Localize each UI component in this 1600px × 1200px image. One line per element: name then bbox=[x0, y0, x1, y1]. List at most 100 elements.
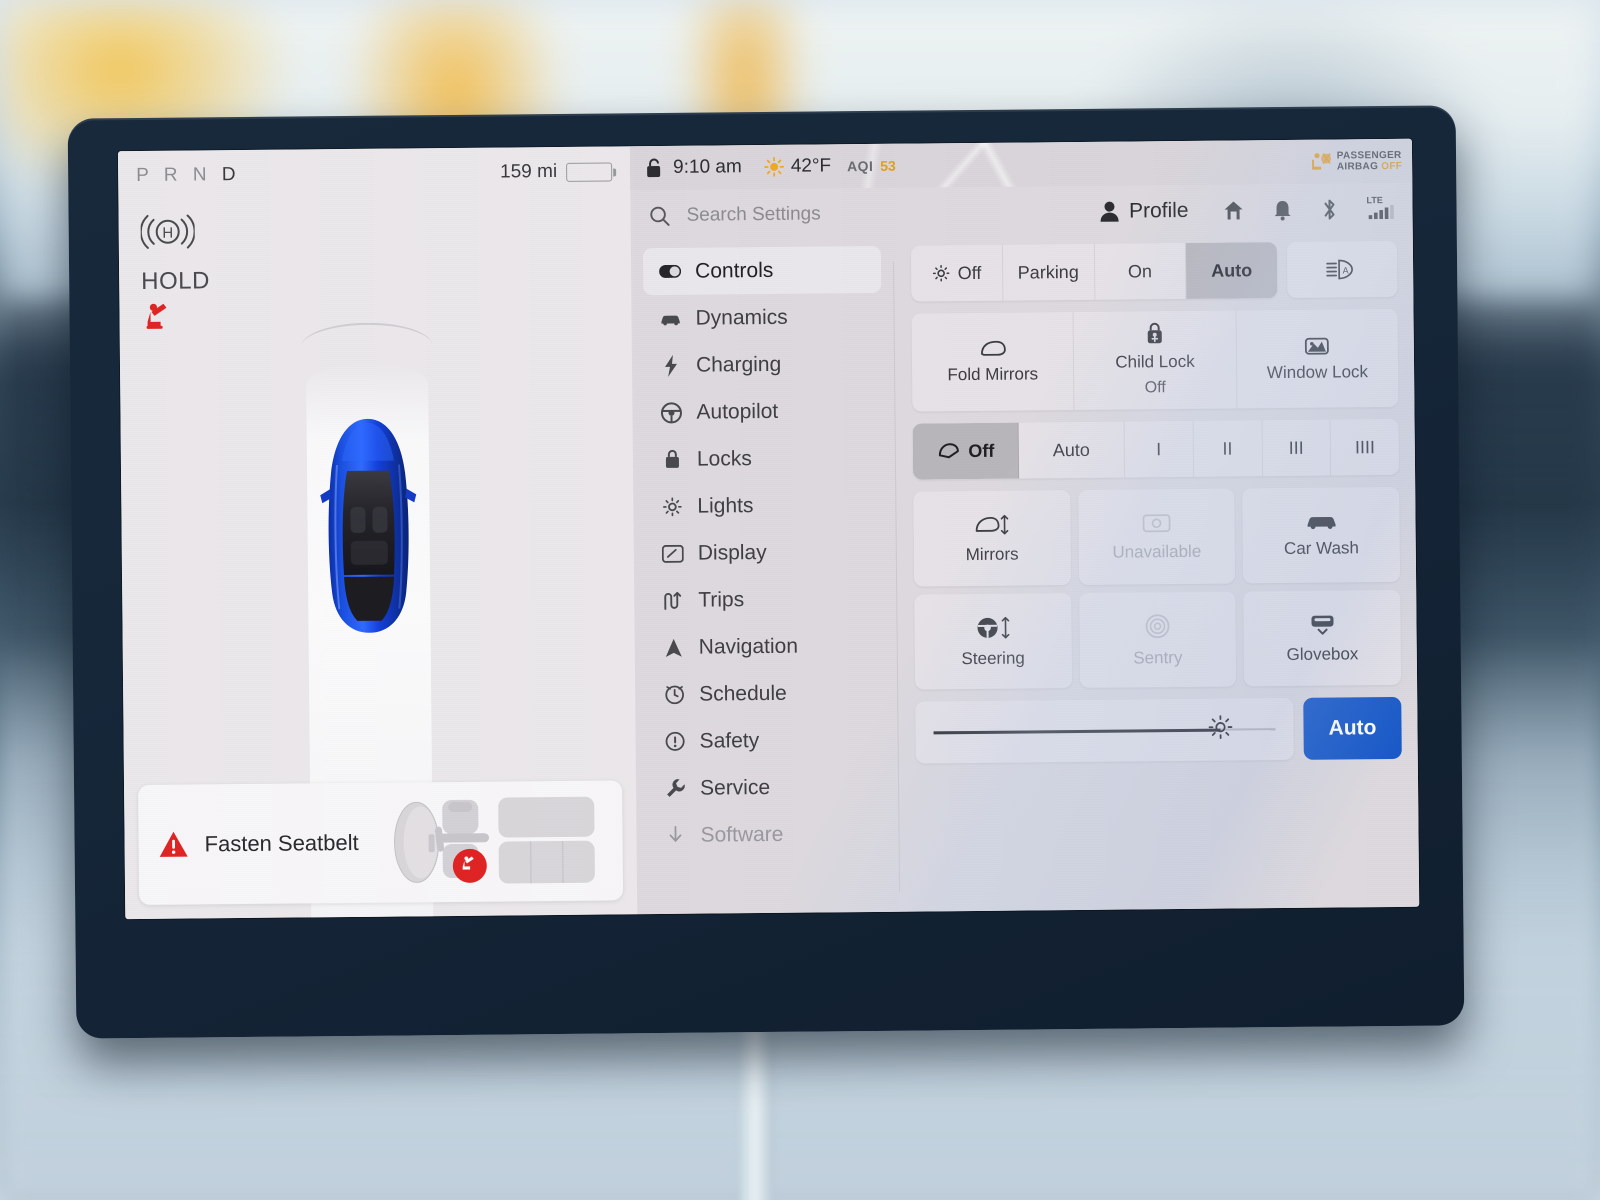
glovebox-icon bbox=[1311, 615, 1334, 635]
auto-high-beam-button[interactable]: A bbox=[1286, 240, 1398, 298]
car-wash-label: Car Wash bbox=[1283, 537, 1360, 558]
child-lock-button[interactable]: Child Lock Off bbox=[1073, 310, 1238, 411]
wiper-speed-2-label: II bbox=[1222, 438, 1233, 459]
touchscreen[interactable]: P R N D 159 mi H HOLD Fasten Seatbelt 9:… bbox=[117, 138, 1420, 920]
bluetooth-icon[interactable] bbox=[1320, 197, 1338, 221]
brake-hold-icon: H bbox=[139, 214, 196, 249]
wiper-speed-1-button[interactable]: I bbox=[1124, 420, 1194, 478]
aqi-label: AQI bbox=[847, 157, 874, 175]
mirror-adjust-icon bbox=[976, 514, 1009, 535]
driving-visualization-panel: P R N D 159 mi H HOLD Fasten Seatbelt bbox=[117, 146, 638, 920]
gear-indicator: P R N D bbox=[136, 164, 241, 187]
gear-p: P bbox=[136, 164, 154, 187]
steering-label: Steering bbox=[961, 648, 1025, 668]
settings-panel: 9:10 am 42°F AQI 53 PASSENGER AIRBAG OFF… bbox=[629, 138, 1420, 915]
sidebar-item-controls[interactable]: Controls bbox=[642, 245, 882, 296]
wiper-speed-4-button[interactable]: IIII bbox=[1331, 419, 1399, 476]
airbag-line2: AIRBAG bbox=[1336, 161, 1379, 173]
lte-label: LTE bbox=[1366, 195, 1383, 206]
slider-track[interactable] bbox=[933, 715, 1276, 740]
seatbelt-alert-card[interactable]: Fasten Seatbelt bbox=[138, 780, 624, 906]
sidebar-item-charging[interactable]: Charging bbox=[644, 340, 882, 389]
window-lock-icon bbox=[1305, 337, 1330, 355]
vehicle-top-view bbox=[320, 418, 417, 633]
seatbelt-warning-icon bbox=[146, 303, 167, 329]
wiper-auto-button[interactable]: Auto bbox=[1018, 421, 1126, 479]
brightness-row: Auto bbox=[915, 696, 1402, 764]
bell-icon[interactable] bbox=[1272, 199, 1292, 221]
headlight-on-button[interactable]: On bbox=[1094, 242, 1187, 300]
sidebar-label: Display bbox=[697, 540, 767, 565]
child-lock-icon bbox=[1147, 322, 1162, 344]
download-icon bbox=[664, 824, 686, 846]
controls-content: Off Parking On Auto A Fold Mirrors Child… bbox=[910, 240, 1402, 764]
range-indicator: 159 mi bbox=[500, 160, 613, 183]
profile-button[interactable]: Profile bbox=[1100, 199, 1189, 224]
headlight-auto-label: Auto bbox=[1211, 259, 1253, 281]
child-lock-label: Child Lock bbox=[1115, 351, 1195, 372]
sidebar-item-autopilot[interactable]: Autopilot bbox=[644, 387, 882, 436]
sentry-icon bbox=[1145, 613, 1170, 638]
window-lock-button[interactable]: Window Lock bbox=[1236, 309, 1398, 409]
navigation-icon bbox=[663, 636, 685, 658]
brightness-auto-button[interactable]: Auto bbox=[1303, 696, 1402, 760]
status-bar: 9:10 am 42°F AQI 53 PASSENGER AIRBAG OFF bbox=[630, 139, 1412, 191]
fold-mirrors-button[interactable]: Fold Mirrors bbox=[911, 312, 1075, 412]
airbag-text: PASSENGER AIRBAG OFF bbox=[1337, 150, 1402, 173]
sidebar-item-lights[interactable]: Lights bbox=[645, 481, 883, 530]
gear-n: N bbox=[192, 164, 212, 186]
unlocked-padlock-icon[interactable] bbox=[646, 157, 663, 178]
trips-icon bbox=[662, 589, 684, 611]
headlight-off-button[interactable]: Off bbox=[910, 244, 1004, 302]
home-icon[interactable] bbox=[1222, 199, 1244, 221]
wiper-speed-1-label: I bbox=[1156, 438, 1162, 459]
photo-scene: P R N D 159 mi H HOLD Fasten Seatbelt 9:… bbox=[0, 0, 1600, 1200]
sentry-tile: Sentry bbox=[1078, 591, 1237, 688]
sidebar-label: Autopilot bbox=[696, 399, 779, 424]
wiper-mode-group: Off Auto I II III IIII bbox=[912, 418, 1400, 480]
wiper-speed-2-button[interactable]: II bbox=[1193, 420, 1263, 477]
sidebar-item-schedule[interactable]: Schedule bbox=[647, 669, 885, 718]
wiper-speed-3-button[interactable]: III bbox=[1262, 419, 1332, 477]
wiper-off-button[interactable]: Off bbox=[912, 422, 1020, 480]
sidebar-label: Service bbox=[699, 775, 771, 800]
search-icon[interactable] bbox=[648, 205, 670, 227]
passenger-airbag-indicator: PASSENGER AIRBAG OFF bbox=[1310, 150, 1402, 173]
mirrors-tile[interactable]: Mirrors bbox=[913, 490, 1071, 587]
steering-tile[interactable]: Steering bbox=[914, 593, 1072, 690]
glovebox-tile[interactable]: Glovebox bbox=[1243, 589, 1402, 687]
display-mount-stalk bbox=[740, 1020, 774, 1200]
sidebar-item-safety[interactable]: Safety bbox=[647, 716, 885, 765]
headlight-parking-button[interactable]: Parking bbox=[1002, 243, 1095, 301]
steering-icon bbox=[660, 401, 682, 423]
sidebar-item-dynamics[interactable]: Dynamics bbox=[643, 293, 881, 342]
controls-tile-grid: Mirrors Unavailable Car Wash Steering Se… bbox=[913, 486, 1402, 690]
headlight-auto-button[interactable]: Auto bbox=[1186, 242, 1278, 299]
sidebar-label: Schedule bbox=[699, 681, 787, 706]
sidebar-label: Navigation bbox=[698, 634, 799, 659]
hold-label: HOLD bbox=[141, 267, 210, 295]
gear-d: D bbox=[221, 164, 241, 186]
tesla-center-display: P R N D 159 mi H HOLD Fasten Seatbelt 9:… bbox=[67, 105, 1465, 1039]
airbag-line1: PASSENGER bbox=[1336, 149, 1402, 162]
brightness-slider[interactable] bbox=[915, 697, 1294, 764]
child-lock-state: Off bbox=[1144, 379, 1166, 397]
settings-header: Search Settings Profile LTE bbox=[630, 183, 1412, 243]
sidebar-item-display[interactable]: Display bbox=[646, 528, 884, 577]
brake-hold-block: H HOLD bbox=[139, 208, 210, 337]
fold-mirrors-label: Fold Mirrors bbox=[947, 364, 1039, 385]
sidebar-label: Controls bbox=[694, 258, 774, 283]
unavailable-tile: Unavailable bbox=[1077, 488, 1236, 585]
sidebar-item-service[interactable]: Service bbox=[648, 763, 886, 812]
sidebar-item-navigation[interactable]: Navigation bbox=[646, 622, 884, 671]
search-input[interactable]: Search Settings bbox=[686, 203, 820, 226]
sidebar-item-software[interactable]: Software bbox=[648, 810, 886, 859]
car-wash-tile[interactable]: Car Wash bbox=[1242, 486, 1401, 584]
brightness-sun-icon[interactable] bbox=[1208, 714, 1234, 745]
padlock-icon bbox=[661, 448, 683, 470]
airbag-state: OFF bbox=[1381, 160, 1403, 173]
svg-text:A: A bbox=[1343, 265, 1349, 275]
car-icon bbox=[659, 307, 681, 329]
sidebar-item-trips[interactable]: Trips bbox=[646, 575, 884, 624]
sidebar-item-locks[interactable]: Locks bbox=[645, 434, 883, 483]
